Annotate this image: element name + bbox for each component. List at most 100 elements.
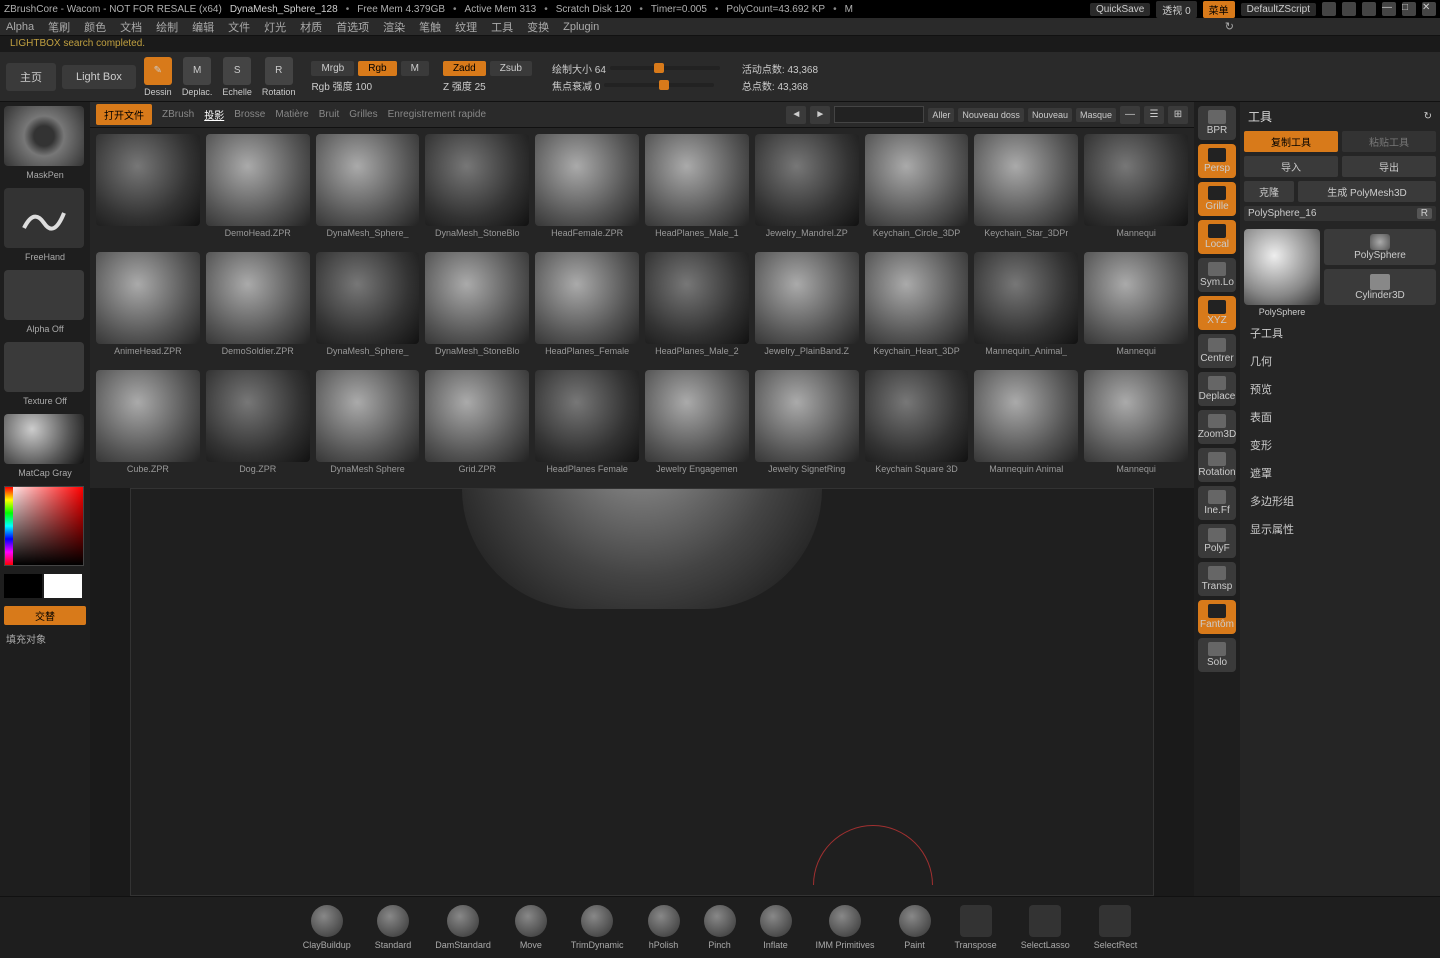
brush-hpolish[interactable]: hPolish	[648, 905, 680, 950]
menu-item[interactable]: 首选项	[336, 19, 369, 35]
menu-item[interactable]: 渲染	[383, 19, 405, 35]
rgb-button[interactable]: Rgb	[358, 61, 396, 76]
lightbox-item[interactable]: Cube.ZPR	[96, 370, 200, 482]
alpha-preview[interactable]	[4, 270, 84, 320]
hue-bar[interactable]	[5, 487, 13, 565]
canvas[interactable]	[130, 488, 1154, 896]
persp-button[interactable]: Persp	[1198, 144, 1236, 178]
copy-tool-button[interactable]: 复制工具	[1244, 131, 1338, 152]
brush-move[interactable]: Move	[515, 905, 547, 950]
brush-pinch[interactable]: Pinch	[704, 905, 736, 950]
layout2-icon[interactable]	[1342, 2, 1356, 16]
lightbox-item[interactable]: Keychain Square 3D	[865, 370, 969, 482]
drawsize-slider[interactable]	[610, 66, 720, 70]
lb-tab[interactable]: Matière	[275, 109, 308, 120]
brush-selectrect[interactable]: SelectRect	[1094, 905, 1138, 950]
brush-standard[interactable]: Standard	[375, 905, 412, 950]
export-button[interactable]: 导出	[1342, 156, 1436, 177]
rotate-mode[interactable]: RRotation	[260, 55, 298, 99]
home-button[interactable]: 主页	[6, 63, 56, 91]
polyf-button[interactable]: PolyF	[1198, 524, 1236, 558]
go-button[interactable]: Aller	[928, 108, 954, 122]
color-picker[interactable]	[4, 486, 84, 566]
section-deform[interactable]: 变形	[1244, 433, 1436, 457]
lightbox-item[interactable]: Keychain_Heart_3DP	[865, 252, 969, 364]
lb-tab[interactable]: Grilles	[349, 109, 377, 120]
menu-button[interactable]: 菜单	[1203, 1, 1235, 18]
lightbox-item[interactable]: Mannequi	[1084, 252, 1188, 364]
move-mode[interactable]: MDeplac.	[180, 55, 215, 99]
brush-transpose[interactable]: Transpose	[955, 905, 997, 950]
quicksave-button[interactable]: QuickSave	[1090, 3, 1150, 16]
menu-item[interactable]: 纹理	[455, 19, 477, 35]
menu-item[interactable]: 灯光	[264, 19, 286, 35]
menu-item[interactable]: 绘制	[156, 19, 178, 35]
prev-button[interactable]: ◄	[786, 106, 806, 124]
rgb-intensity[interactable]: Rgb 强度 100	[311, 78, 429, 93]
lightbox-item[interactable]: HeadPlanes_Female	[535, 252, 639, 364]
bpr-button[interactable]: BPR	[1198, 106, 1236, 140]
zadd-button[interactable]: Zadd	[443, 61, 486, 76]
draw-mode[interactable]: ✎Dessin	[142, 55, 174, 99]
brush-trimdynamic[interactable]: TrimDynamic	[571, 905, 624, 950]
lightbox-item[interactable]: Keychain_Star_3DPr	[974, 134, 1078, 246]
section-polygroup[interactable]: 多边形组	[1244, 489, 1436, 513]
menu-item[interactable]: 颜色	[84, 19, 106, 35]
brush-paint[interactable]: Paint	[899, 905, 931, 950]
grille-button[interactable]: Grille	[1198, 182, 1236, 216]
brush-damstandard[interactable]: DamStandard	[435, 905, 491, 950]
move-button[interactable]: Deplace	[1198, 372, 1236, 406]
lb-tab[interactable]: Brosse	[234, 109, 265, 120]
swap-button[interactable]: 交替	[4, 606, 86, 625]
texture-preview[interactable]	[4, 342, 84, 392]
lightbox-item[interactable]: Jewelry_Mandrel.ZP	[755, 134, 859, 246]
clone-button[interactable]: 克隆	[1244, 181, 1294, 202]
brush-claybuildup[interactable]: ClayBuildup	[303, 905, 351, 950]
section-surface[interactable]: 表面	[1244, 405, 1436, 429]
transp-button[interactable]: Transp	[1198, 562, 1236, 596]
minimize-icon[interactable]: —	[1382, 2, 1396, 16]
brush-selectlasso[interactable]: SelectLasso	[1021, 905, 1070, 950]
lightbox-item[interactable]: Mannequin Animal	[974, 370, 1078, 482]
menu-item[interactable]: 变换	[527, 19, 549, 35]
lightbox-item[interactable]: Mannequi	[1084, 370, 1188, 482]
close-icon[interactable]: ✕	[1422, 2, 1436, 16]
lightbox-item[interactable]: Mannequin_Animal_	[974, 252, 1078, 364]
zoom-button[interactable]: Zoom3D	[1198, 410, 1236, 444]
script-button[interactable]: DefaultZScript	[1241, 3, 1316, 16]
mask-button[interactable]: Masque	[1076, 108, 1116, 122]
next-button[interactable]: ►	[810, 106, 830, 124]
center-button[interactable]: Centrer	[1198, 334, 1236, 368]
lightbox-item[interactable]: Mannequi	[1084, 134, 1188, 246]
section-display[interactable]: 显示属性	[1244, 517, 1436, 541]
menu-item[interactable]: 工具	[491, 19, 513, 35]
fill-button[interactable]: 填充对象	[4, 629, 86, 648]
menu-item[interactable]: 文档	[120, 19, 142, 35]
view2-icon[interactable]: ☰	[1144, 106, 1164, 124]
ghost-button[interactable]: Fantôm	[1198, 600, 1236, 634]
menu-item[interactable]: Zplugin	[563, 21, 599, 33]
m-button[interactable]: M	[401, 61, 429, 76]
lightbox-item[interactable]: Keychain_Circle_3DP	[865, 134, 969, 246]
view1-icon[interactable]: —	[1120, 106, 1140, 124]
polymesh-button[interactable]: 生成 PolyMesh3D	[1298, 181, 1436, 202]
lightbox-item[interactable]: HeadFemale.ZPR	[535, 134, 639, 246]
brush-preview[interactable]	[4, 106, 84, 166]
section-mask[interactable]: 遮罩	[1244, 461, 1436, 485]
search-input[interactable]	[834, 106, 924, 123]
lightbox-item[interactable]: DynaMesh_StoneBlo	[425, 252, 529, 364]
menu-item[interactable]: 编辑	[192, 19, 214, 35]
black-swatch[interactable]	[4, 574, 42, 598]
mrgb-button[interactable]: Mrgb	[311, 61, 354, 76]
solo-button[interactable]: Solo	[1198, 638, 1236, 672]
section-geometry[interactable]: 几何	[1244, 349, 1436, 373]
focal-slider[interactable]	[604, 83, 714, 87]
lightbox-item[interactable]: AnimeHead.ZPR	[96, 252, 200, 364]
menu-item[interactable]: Alpha	[6, 21, 34, 33]
lightbox-item[interactable]: HeadPlanes Female	[535, 370, 639, 482]
view3-icon[interactable]: ⊞	[1168, 106, 1188, 124]
lb-tab[interactable]: Bruit	[319, 109, 340, 120]
lightbox-item[interactable]: Jewelry Engagemen	[645, 370, 749, 482]
lightbox-item[interactable]: DynaMesh_StoneBlo	[425, 134, 529, 246]
white-swatch[interactable]	[44, 574, 82, 598]
